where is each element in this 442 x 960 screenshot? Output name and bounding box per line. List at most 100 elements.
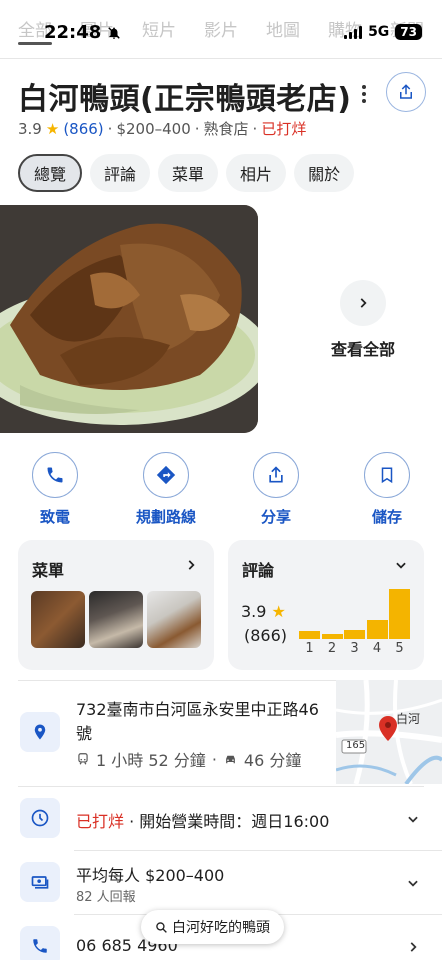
travel-separator: · — [211, 749, 217, 769]
more-options-button[interactable] — [353, 82, 375, 106]
share-icon — [400, 84, 412, 99]
review-count-link[interactable]: (866) — [63, 120, 103, 138]
related-search-chip[interactable]: 白河好吃的鴨頭 — [141, 910, 284, 944]
tab-about[interactable]: 關於 — [294, 154, 355, 192]
hours-row[interactable]: 已打烊 · 開始營業時間：週日16:00 — [76, 808, 329, 832]
share-action[interactable]: 分享 — [231, 452, 321, 527]
review-score: 3.9 ★ — [241, 602, 286, 621]
place-title: 白河鴨頭(正宗鴨頭老店) — [18, 82, 352, 117]
rating-bar-5 — [389, 589, 410, 639]
tab-overview[interactable]: 總覽 — [18, 154, 83, 192]
rating-bar-4 — [366, 620, 388, 639]
bell-off-icon — [108, 26, 121, 39]
review-count: (866) — [244, 626, 288, 645]
rating-value: 3.9 — [18, 119, 42, 138]
travel-times: 1 小時 52 分鐘 · 46 分鐘 — [76, 747, 301, 771]
star-icon: ★ — [45, 119, 60, 138]
divider — [18, 680, 336, 681]
meta-separator: · — [194, 119, 200, 138]
price-icon-box — [20, 862, 60, 902]
share-top-button[interactable] — [386, 72, 426, 112]
tab-menu[interactable]: 菜單 — [158, 154, 219, 192]
meta-separator: · — [107, 119, 113, 138]
map-place-label: 白河 — [396, 712, 421, 726]
menu-thumbnail[interactable] — [31, 591, 85, 648]
phone-icon — [47, 467, 63, 483]
map-drawing — [336, 680, 442, 784]
rating-bar-label: 4 — [372, 641, 382, 656]
phone-icon — [33, 939, 47, 953]
location-icon-box — [20, 712, 60, 752]
transit-time: 1 小時 52 分鐘 — [96, 751, 206, 770]
tab-reviews[interactable]: 評論 — [90, 154, 151, 192]
clock-icon-box — [20, 798, 60, 838]
clock-icon — [31, 809, 49, 827]
reviews-card-title: 評論 — [242, 561, 275, 580]
chevron-right-icon — [188, 560, 195, 570]
chevron-right-icon[interactable] — [406, 940, 420, 954]
bookmark-icon — [381, 467, 393, 484]
map-thumbnail[interactable]: 165 白河 — [336, 680, 442, 784]
clock: 22:48 — [44, 22, 121, 43]
open-status: 已打烊 — [261, 120, 307, 138]
tab-shorts[interactable]: 短片 — [142, 16, 176, 41]
signal-icon — [344, 25, 363, 39]
chevron-down-icon[interactable] — [406, 876, 420, 890]
chevron-right-icon — [360, 298, 367, 308]
call-action[interactable]: 致電 — [10, 452, 100, 527]
chevron-down-icon[interactable] — [406, 812, 420, 826]
divider — [18, 786, 424, 787]
rating-bar-label: 1 — [305, 641, 314, 656]
status-bar: 全部 圖片 短片 影片 地圖 購物 新聞 22:48 5G 73 — [0, 0, 442, 58]
section-tabs: 總覽 評論 菜單 相片 關於 — [18, 154, 355, 192]
menu-card[interactable]: 菜單 — [18, 540, 214, 670]
price-range: $200–400 — [116, 119, 191, 138]
call-label: 致電 — [39, 508, 70, 526]
view-all-label[interactable]: 查看全部 — [316, 336, 410, 360]
meta-separator: · — [252, 119, 258, 138]
rating-bar-3 — [344, 630, 365, 639]
star-icon: ★ — [271, 602, 286, 621]
view-all-photos-button[interactable] — [340, 280, 386, 326]
related-search-label: 白河好吃的鴨頭 — [172, 920, 270, 936]
directions-icon — [156, 465, 176, 485]
price-text: 平均每人 $200–400 — [76, 866, 225, 885]
rating-bar-label: 5 — [395, 641, 404, 656]
divider — [74, 850, 442, 851]
chevron-down-icon — [396, 562, 406, 569]
rating-bar-2 — [321, 634, 343, 639]
hours-text: 開始營業時間：週日16:00 — [139, 812, 330, 831]
menu-thumbnail[interactable] — [147, 591, 201, 648]
drive-time: 46 分鐘 — [243, 751, 302, 770]
save-label: 儲存 — [371, 508, 402, 526]
road-badge: 165 — [346, 740, 366, 751]
menu-card-title: 菜單 — [32, 561, 65, 580]
directions-action[interactable]: 規劃路線 — [121, 452, 211, 527]
hours-separator: · — [129, 812, 135, 831]
rating-bar-label: 3 — [350, 641, 359, 656]
price-reports: 82 人回報 — [76, 890, 136, 905]
tab-photos[interactable]: 相片 — [226, 154, 287, 192]
car-icon — [226, 755, 235, 763]
main-photo[interactable] — [0, 205, 258, 433]
rating-bar-1 — [299, 631, 320, 639]
location-pin-icon — [34, 724, 46, 740]
save-action[interactable]: 儲存 — [342, 452, 432, 527]
phone-icon-box — [20, 926, 60, 960]
money-icon — [31, 876, 49, 889]
place-meta: 3.9 ★ (866) · $200–400 · 熟食店 · 已打烊 — [18, 118, 306, 139]
review-score-value: 3.9 — [241, 602, 267, 621]
hours-status: 已打烊 — [76, 812, 125, 831]
rating-bar-label: 2 — [327, 641, 337, 656]
address-text[interactable]: 732臺南市白河區永安里中正路46號 — [76, 698, 326, 746]
tab-maps[interactable]: 地圖 — [266, 16, 300, 41]
search-icon — [156, 921, 167, 933]
network-label: 5G — [368, 24, 390, 40]
directions-label: 規劃路線 — [135, 508, 196, 526]
share-label: 分享 — [260, 508, 291, 526]
battery-icon: 73 — [395, 24, 422, 40]
tab-videos[interactable]: 影片 — [204, 16, 238, 41]
clock-text: 22:48 — [44, 22, 102, 43]
menu-thumbnail[interactable] — [89, 591, 143, 648]
share-icon — [269, 466, 283, 483]
